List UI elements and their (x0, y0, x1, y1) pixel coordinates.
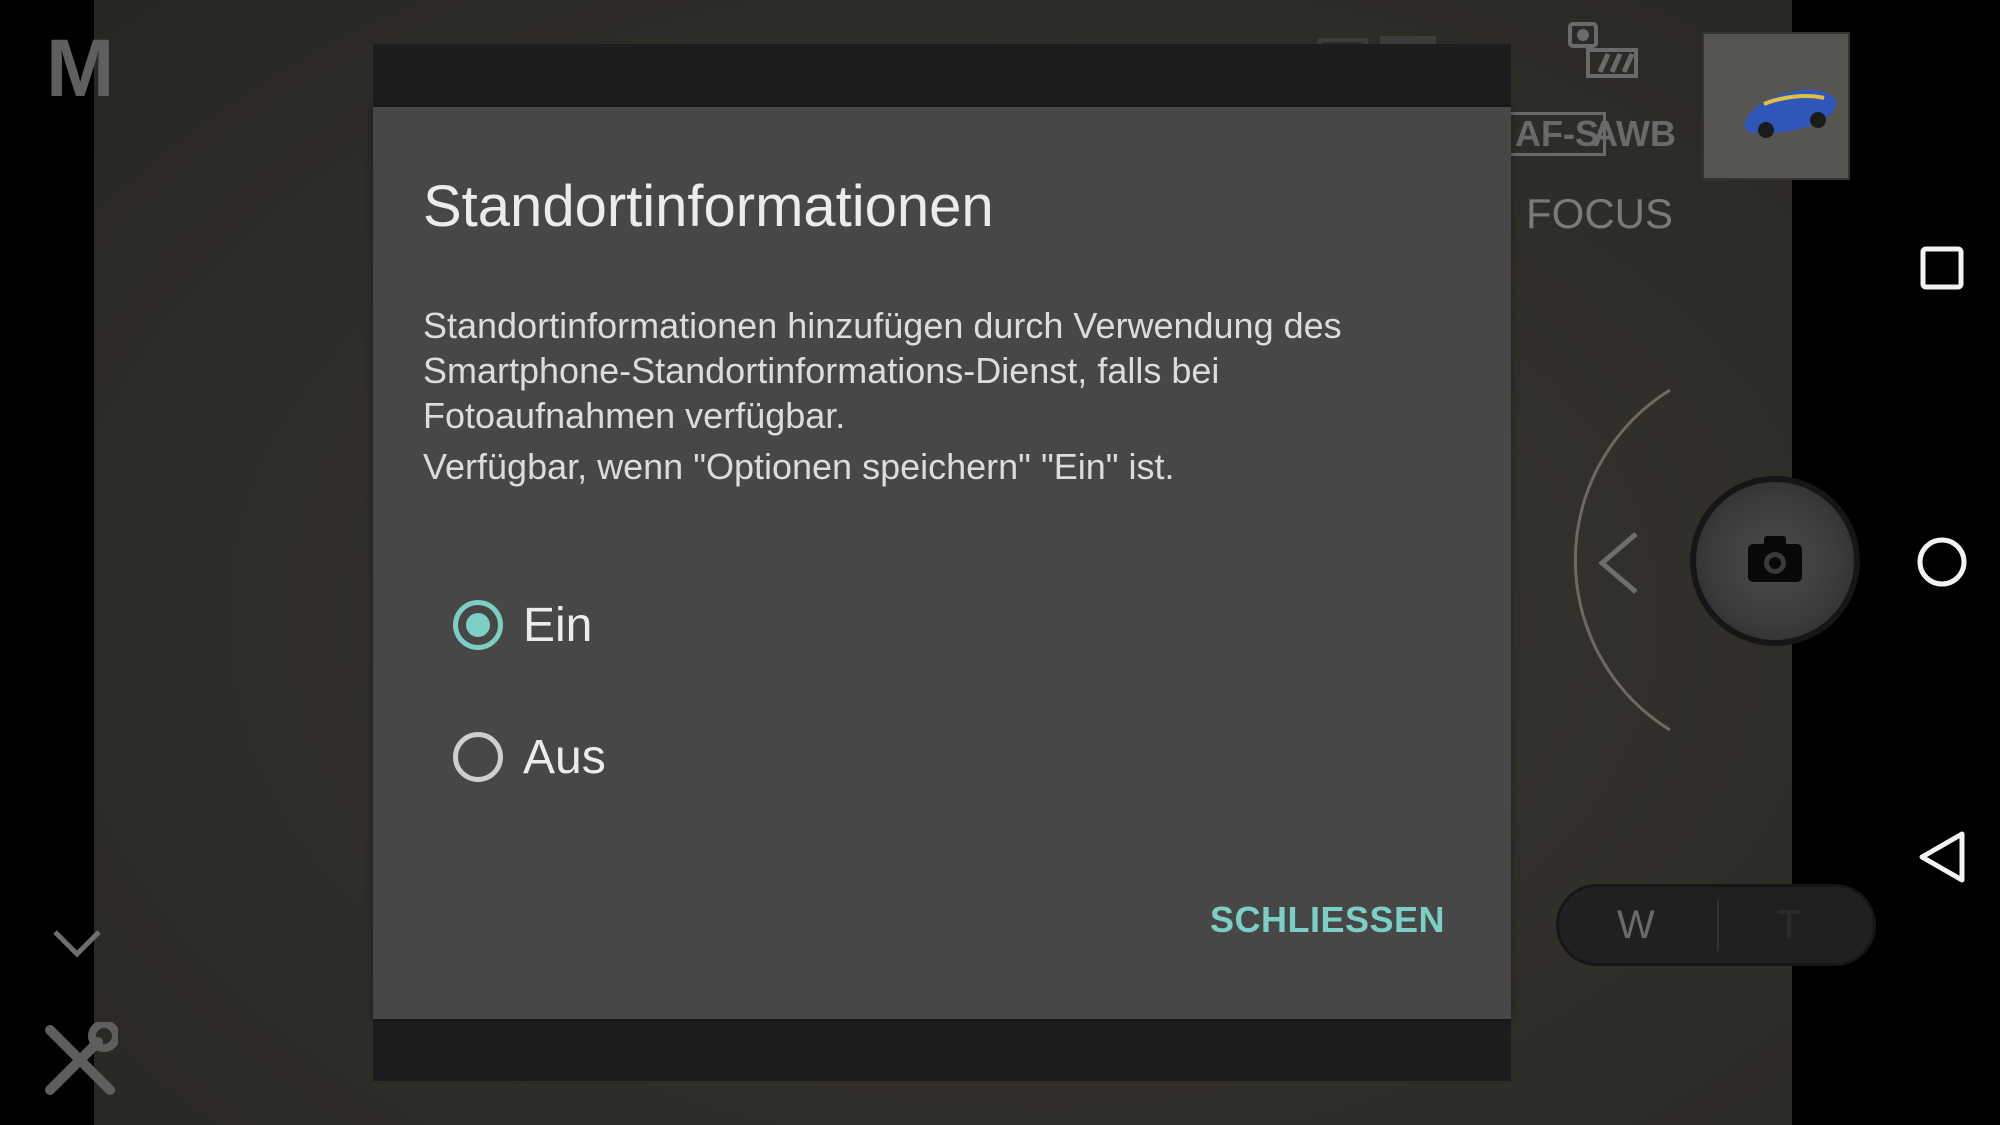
dialog-title: Standortinformationen (423, 174, 994, 239)
home-icon[interactable] (1916, 536, 1968, 588)
option-label: Aus (523, 730, 606, 784)
car-photo-icon (1704, 34, 1848, 178)
shooting-mode-indicator[interactable]: M (46, 22, 114, 116)
zoom-tele-button[interactable]: T (1777, 903, 1801, 948)
shutter-button[interactable] (1690, 476, 1860, 646)
dialog-message-line1: Standortinformationen hinzufügen durch V… (423, 305, 1342, 436)
location-info-dialog: Standortinformationen Standortinformatio… (373, 107, 1511, 1019)
back-icon[interactable] (1918, 830, 1966, 884)
radio-button-selected[interactable] (453, 600, 503, 650)
focus-label[interactable]: FOCUS (1526, 190, 1673, 238)
zoom-control[interactable]: W T (1556, 884, 1876, 966)
chevron-left-icon[interactable] (1596, 530, 1642, 596)
dialog-message: Standortinformationen hinzufügen durch V… (423, 303, 1463, 489)
shutter-camera-icon (1748, 536, 1802, 582)
option-label: Ein (523, 598, 593, 652)
option-aus[interactable]: Aus (453, 722, 606, 792)
dialog-message-line2: Verfügbar, wenn "Optionen speichern" "Ei… (423, 446, 1175, 487)
close-button[interactable]: SCHLIESSEN (1210, 899, 1445, 941)
option-ein[interactable]: Ein (453, 590, 592, 660)
last-photo-thumbnail[interactable] (1702, 32, 1850, 180)
tools-icon[interactable] (42, 1022, 118, 1098)
radio-button-unselected[interactable] (453, 732, 503, 782)
recents-icon[interactable] (1920, 246, 1964, 290)
zoom-divider (1717, 899, 1719, 951)
white-balance-indicator[interactable]: AWB (1592, 112, 1676, 156)
chevron-down-icon[interactable] (52, 928, 102, 960)
camera-battery-icon (1568, 22, 1638, 78)
zoom-wide-button[interactable]: W (1617, 903, 1655, 948)
